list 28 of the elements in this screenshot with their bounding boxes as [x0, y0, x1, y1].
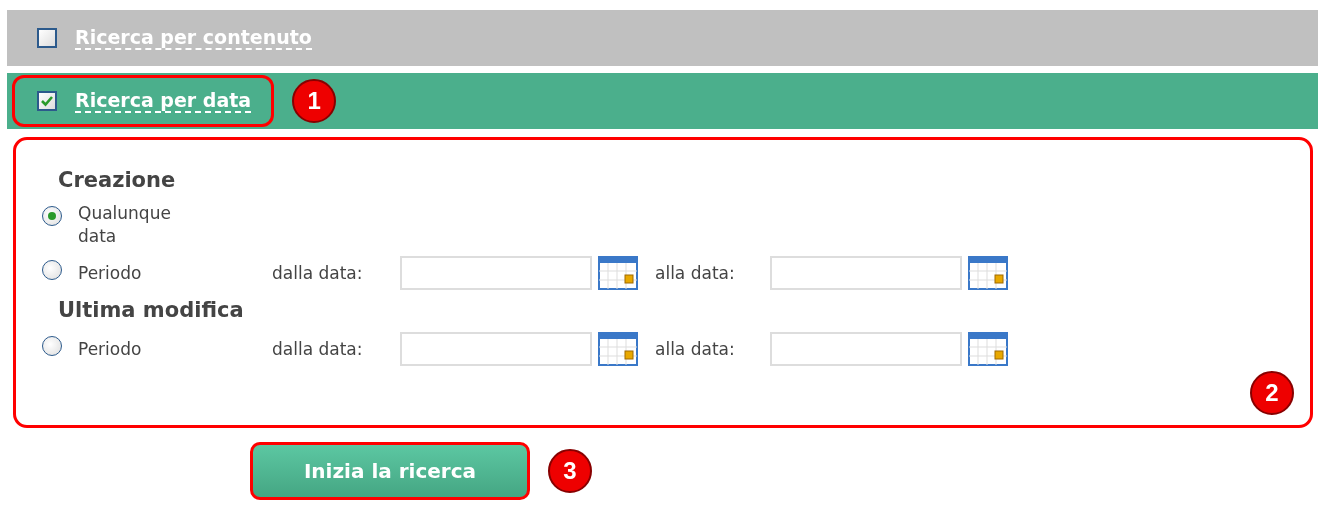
calendar-icon[interactable]: [598, 332, 638, 366]
option-label: Periodo: [78, 261, 143, 285]
calendar-icon[interactable]: [968, 256, 1008, 290]
callout-number: 2: [1250, 371, 1294, 415]
section-link[interactable]: Ricerca per contenuto: [75, 26, 312, 50]
field-label: dalla data:: [272, 263, 364, 283]
callout-number: 1: [292, 79, 337, 123]
field-label: alla data:: [655, 339, 736, 359]
radio-button[interactable]: [42, 336, 62, 356]
group-title: Ultima modifica: [58, 298, 245, 322]
date-field[interactable]: [770, 332, 962, 366]
checkmark-icon: [40, 94, 54, 108]
checkbox[interactable]: [37, 28, 57, 48]
date-field[interactable]: [770, 256, 962, 290]
option-label: Periodo: [78, 337, 143, 361]
field-label: alla data:: [655, 263, 736, 283]
group-title: Creazione: [58, 168, 177, 192]
checkbox[interactable]: [37, 91, 57, 111]
callout-number: 3: [548, 449, 592, 493]
date-field[interactable]: [400, 332, 592, 366]
search-button[interactable]: Inizia la ricerca: [250, 442, 530, 500]
field-label: dalla data:: [272, 339, 364, 359]
calendar-icon[interactable]: [968, 332, 1008, 366]
radio-button[interactable]: [42, 260, 62, 280]
calendar-icon[interactable]: [598, 256, 638, 290]
radio-button[interactable]: [42, 206, 62, 226]
option-label: Qualunque data: [78, 202, 172, 248]
date-field[interactable]: [400, 256, 592, 290]
